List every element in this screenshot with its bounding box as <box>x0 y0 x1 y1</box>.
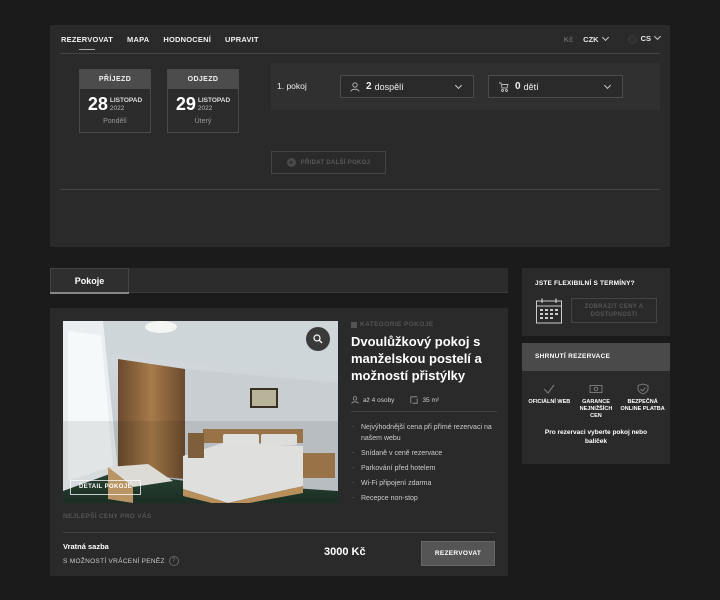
room-photo[interactable]: DETAIL POKOJE <box>63 321 338 503</box>
add-room-label: PŘIDAT DALŠÍ POKOJ <box>300 159 371 166</box>
flexible-title: JSTE FLEXIBILNÍ S TERMÍNY? <box>535 280 635 287</box>
rate-subtitle: S MOŽNOSTÍ VRÁCENÍ PENĚZ <box>63 557 165 565</box>
currency-symbol: Kč <box>563 34 574 44</box>
arrival-month: LISTOPAD <box>109 96 143 104</box>
room-meta: až 4 osoby 35 m² <box>351 396 497 412</box>
person-icon <box>350 81 360 92</box>
room-info: KATEGORIE POKOJE Dvoulůžkový pokoj s man… <box>351 321 497 508</box>
currency-label: CZK <box>583 34 599 44</box>
best-price-label: NEJLEPŠÍ CENY PRO VÁS <box>63 513 152 520</box>
room-category: KATEGORIE POKOJE <box>351 321 497 328</box>
globe-icon <box>627 34 637 44</box>
chevron-down-icon <box>653 33 662 41</box>
search-icon <box>313 334 323 344</box>
nav-item-edit[interactable]: UPRAVIT <box>225 26 259 53</box>
adults-label: dospělí <box>374 81 404 92</box>
nav-item-map[interactable]: MAPA <box>127 26 149 53</box>
room-area: 35 m² <box>410 396 439 404</box>
language-select[interactable]: CS <box>627 33 662 44</box>
room-capacity: až 4 osoby <box>351 396 394 404</box>
divider <box>60 53 660 54</box>
adults-select[interactable]: 2 dospělí <box>340 75 474 98</box>
language-label: CS <box>640 34 651 44</box>
currency-select[interactable]: CZK <box>583 33 609 44</box>
room-label: 1. pokoj <box>277 81 307 91</box>
tab-rooms[interactable]: Pokoje <box>50 268 129 294</box>
chevron-down-icon <box>601 33 609 41</box>
reserve-button[interactable]: REZERVOVAT <box>421 541 495 566</box>
rooms-tabbar: Pokoje <box>50 268 508 294</box>
person-icon <box>351 396 359 404</box>
add-room-button[interactable]: + PŘIDAT DALŠÍ POKOJ <box>271 151 386 174</box>
guarantee-label: OFICIÁLNÍ WEB <box>528 399 571 405</box>
guarantee-label: BEZPEČNÁ ONLINE PLATBA <box>620 399 665 412</box>
room-row: 1. pokoj 2 dospělí 0 dětí <box>271 63 660 110</box>
nav-item-reviews[interactable]: HODNOCENÍ <box>163 26 211 53</box>
guarantee-official: OFICIÁLNÍ WEB <box>527 383 572 420</box>
room-area-value: 35 m² <box>422 396 440 404</box>
guarantee-secure-payment: BEZPEČNÁ ONLINE PLATBA <box>620 383 665 420</box>
hotel-room-image <box>63 321 338 503</box>
plus-icon: + <box>286 158 296 167</box>
flexible-dates-panel: JSTE FLEXIBILNÍ S TERMÍNY? ZOBRAZIT CENY… <box>522 268 670 336</box>
list-item: Snídaně v ceně rezervace <box>351 448 497 459</box>
calendar-icon <box>536 298 562 324</box>
area-icon <box>410 396 419 404</box>
rate-name: Vratná sazba <box>63 542 109 551</box>
guarantees: OFICIÁLNÍ WEB GARANCE NEJNIŽŠÍCH CEN BEZ… <box>522 371 670 420</box>
adults-count: 2 <box>366 81 372 92</box>
nav-item-reserve[interactable]: REZERVOVAT <box>61 26 113 53</box>
arrival-date[interactable]: PŘÍJEZD 28 LISTOPAD 2022 Pondělí <box>79 69 151 133</box>
room-capacity-value: až 4 osoby <box>363 396 395 404</box>
departure-label: ODJEZD <box>168 70 238 89</box>
summary-title: SHRNUTÍ REZERVACE <box>522 343 670 371</box>
arrival-label: PŘÍJEZD <box>80 70 150 89</box>
room-detail-button[interactable]: DETAIL POKOJE <box>70 480 141 495</box>
room-category-label: KATEGORIE POKOJE <box>360 321 434 328</box>
room-title[interactable]: Dvoulůžkový pokoj s manželskou postelí a… <box>351 333 497 384</box>
list-item: Recepce non-stop <box>351 493 497 504</box>
children-select[interactable]: 0 dětí <box>488 75 623 98</box>
room-price: 3000 Kč <box>324 546 366 558</box>
divider <box>63 532 495 533</box>
show-prices-button[interactable]: ZOBRAZIT CENY A DOSTUPNOSTI <box>571 298 657 323</box>
arrival-day: 28 <box>87 94 108 114</box>
departure-year: 2022 <box>197 104 213 112</box>
departure-weekday: Úterý <box>194 118 212 125</box>
departure-month: LISTOPAD <box>197 96 231 104</box>
arrival-weekday: Pondělí <box>103 118 127 125</box>
reservation-summary: SHRNUTÍ REZERVACE OFICIÁLNÍ WEB GARANCE … <box>522 343 670 464</box>
guarantee-label: GARANCE NEJNIŽŠÍCH CEN <box>579 399 613 419</box>
children-count: 0 <box>515 81 521 92</box>
booking-panel: REZERVOVAT MAPA HODNOCENÍ UPRAVIT Kč CZK… <box>50 25 670 247</box>
children-label: dětí <box>523 81 539 92</box>
chevron-down-icon <box>603 81 612 90</box>
departure-date[interactable]: ODJEZD 29 LISTOPAD 2022 Úterý <box>167 69 239 133</box>
room-features: Nejvýhodnější cena při přímé rezervaci n… <box>351 422 497 504</box>
list-item: Wi-Fi připojení zdarma <box>351 478 497 489</box>
nav-right: Kč CZK CS <box>563 25 662 53</box>
stroller-icon <box>499 82 509 92</box>
checkmark-icon <box>543 384 555 394</box>
list-item: Nejvýhodnější cena při přímé rezervaci n… <box>351 422 497 444</box>
shield-icon <box>637 383 649 395</box>
chevron-down-icon <box>454 81 463 90</box>
departure-day: 29 <box>175 94 196 114</box>
main-nav: REZERVOVAT MAPA HODNOCENÍ UPRAVIT <box>61 25 259 53</box>
rate-description: S MOŽNOSTÍ VRÁCENÍ PENĚZ ? <box>63 556 179 566</box>
category-icon <box>351 321 357 328</box>
room-card: DETAIL POKOJE NEJLEPŠÍ CENY PRO VÁS KATE… <box>50 308 508 576</box>
arrival-year: 2022 <box>109 104 125 112</box>
help-icon[interactable]: ? <box>168 556 179 566</box>
summary-note: Pro rezervaci vyberte pokoj nebo balíček <box>544 429 648 445</box>
zoom-button[interactable] <box>306 327 330 351</box>
money-icon <box>589 385 603 393</box>
guarantee-lowest-price: GARANCE NEJNIŽŠÍCH CEN <box>573 383 618 420</box>
list-item: Parkování před hotelem <box>351 463 497 474</box>
divider <box>60 189 660 190</box>
